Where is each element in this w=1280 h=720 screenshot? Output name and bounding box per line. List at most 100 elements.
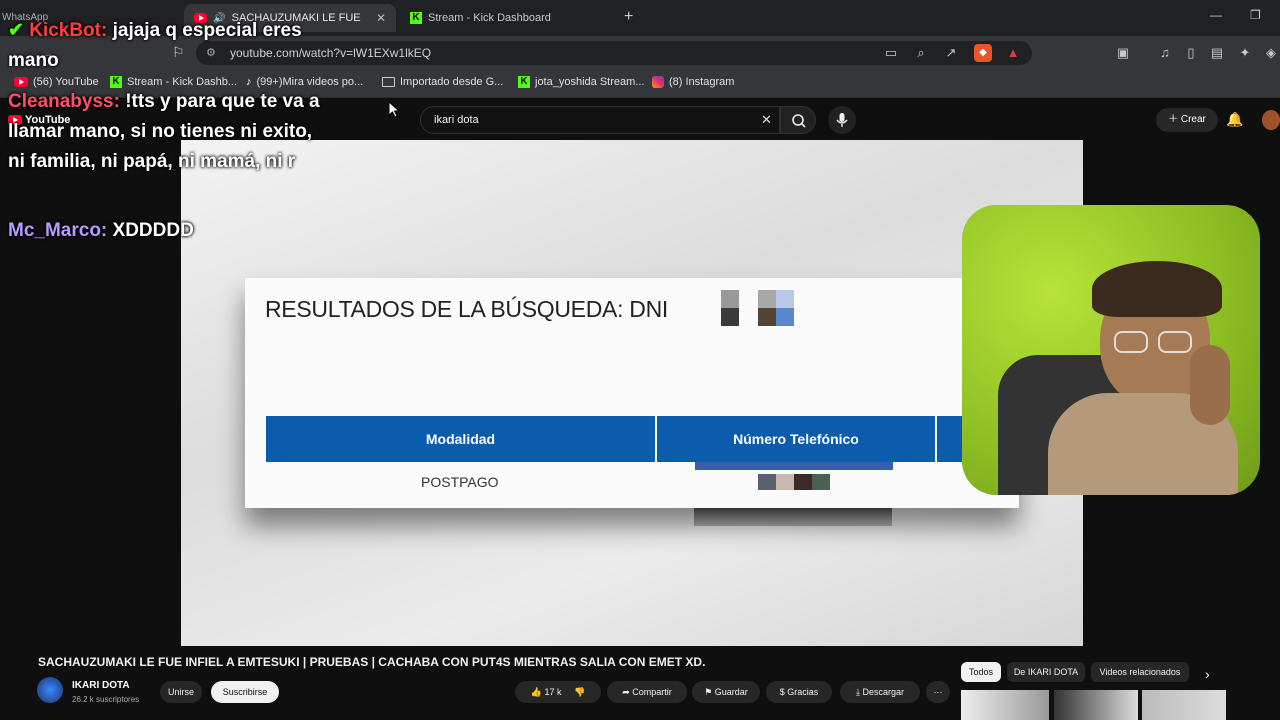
folder-icon bbox=[382, 77, 395, 87]
tab-kick-dashboard[interactable]: K Stream - Kick Dashboard bbox=[400, 4, 612, 32]
bookmark-label: Importado desde G... bbox=[400, 76, 504, 88]
reader-icon[interactable]: ▣ bbox=[1114, 44, 1132, 62]
chip-related[interactable]: Videos relacionados bbox=[1091, 662, 1189, 682]
rewards-icon[interactable]: ▲ bbox=[1004, 44, 1022, 62]
leo-icon[interactable]: ✦ bbox=[1236, 44, 1254, 62]
chevron-right-icon[interactable]: › bbox=[1205, 666, 1210, 682]
youtube-icon bbox=[14, 77, 28, 87]
create-label: Crear bbox=[1180, 114, 1206, 125]
chat-message-cleanabyss: Cleanabyss: !tts y para que te va a llam… bbox=[8, 87, 328, 177]
col-header-numero: Número Telefónico bbox=[657, 416, 935, 462]
subscribe-label: Suscribirse bbox=[222, 687, 268, 697]
vpn-icon[interactable]: ◈ bbox=[1262, 44, 1280, 62]
tab-label: Stream - Kick Dashboard bbox=[428, 12, 551, 24]
clear-search-icon[interactable]: ✕ bbox=[761, 107, 772, 133]
search-button[interactable] bbox=[780, 106, 816, 134]
related-video-thumbnail[interactable] bbox=[1142, 690, 1226, 720]
censor-block bbox=[776, 290, 794, 308]
chat-message-kickbot: ✔ KickBot: jajaja q especial eres mano bbox=[8, 16, 328, 76]
chat-username: Cleanabyss: bbox=[8, 91, 120, 112]
glasses-left bbox=[1114, 331, 1148, 353]
download-label: Descargar bbox=[862, 687, 904, 697]
search-value: ikari dota bbox=[434, 114, 479, 126]
notifications-icon[interactable]: 🔔 bbox=[1226, 111, 1243, 128]
cell-modalidad: POSTPAGO bbox=[421, 474, 499, 490]
kick-icon: K bbox=[518, 76, 530, 88]
like-icon[interactable]: 👍 bbox=[531, 687, 542, 697]
kick-icon: K bbox=[410, 12, 422, 24]
like-count[interactable]: 17 k bbox=[544, 687, 561, 697]
censor-block bbox=[758, 308, 776, 326]
share-label: Compartir bbox=[632, 687, 672, 697]
related-video-thumbnail[interactable] bbox=[961, 690, 1049, 720]
webcam-overlay bbox=[962, 205, 1260, 495]
related-video-thumbnail[interactable] bbox=[1054, 690, 1138, 720]
thanks-label: Gracias bbox=[787, 687, 819, 697]
bookmark-folder-imported[interactable]: Importado desde G... bbox=[382, 76, 503, 88]
mic-icon bbox=[836, 113, 848, 127]
like-dislike-group: 👍 17 k 👎 bbox=[515, 681, 601, 703]
censor-block bbox=[721, 290, 739, 308]
col-label: Modalidad bbox=[425, 431, 496, 447]
censor-block bbox=[794, 474, 812, 490]
bookmark-label: (8) Instagram bbox=[669, 76, 735, 88]
chip-from-channel[interactable]: De IKARI DOTA bbox=[1007, 662, 1085, 682]
chat-username: Mc_Marco: bbox=[8, 220, 108, 241]
zoom-icon[interactable]: ⌕ bbox=[912, 44, 930, 62]
bookmark-jota-yoshida[interactable]: K jota_yoshida Stream... bbox=[518, 76, 644, 88]
censor-block bbox=[776, 308, 794, 326]
hand bbox=[1190, 345, 1230, 425]
channel-avatar[interactable] bbox=[37, 677, 63, 703]
create-button[interactable]: ＋ Crear bbox=[1156, 108, 1218, 132]
chat-message-mc-marco: Mc_Marco: XDDDDD bbox=[8, 216, 328, 246]
more-actions-button[interactable]: ··· bbox=[926, 681, 950, 703]
hair bbox=[1092, 261, 1222, 317]
close-icon[interactable]: ✕ bbox=[376, 11, 386, 25]
share-icon[interactable]: ↗ bbox=[942, 44, 960, 62]
thanks-button[interactable]: $ Gracias bbox=[766, 681, 832, 703]
censor-block bbox=[812, 474, 830, 490]
chip-all[interactable]: Todos bbox=[961, 662, 1001, 682]
col-header-modalidad: Modalidad bbox=[266, 416, 655, 462]
bookmark-label: jota_yoshida Stream... bbox=[535, 76, 645, 88]
save-icon: ⚑ bbox=[704, 687, 715, 697]
more-icon: ··· bbox=[933, 687, 943, 697]
save-label: Guardar bbox=[714, 687, 748, 697]
sidebar-icon[interactable]: ▯ bbox=[1182, 44, 1200, 62]
share-button[interactable]: ➦ Compartir bbox=[607, 681, 687, 703]
chat-text: XDDDDD bbox=[112, 220, 194, 241]
censor-block bbox=[758, 290, 776, 308]
save-button[interactable]: ⚑ Guardar bbox=[692, 681, 760, 703]
cast-icon[interactable]: ▭ bbox=[882, 44, 900, 62]
bookmark-instagram[interactable]: (8) Instagram bbox=[652, 76, 734, 88]
brave-shield-icon[interactable]: ◆ bbox=[974, 44, 992, 62]
voice-search-button[interactable] bbox=[828, 106, 856, 134]
subscribe-button[interactable]: Suscribirse bbox=[211, 681, 279, 703]
search-results-document: RESULTADOS DE LA BÚSQUEDA: DNI Modalidad… bbox=[245, 278, 1019, 508]
chip-label: Videos relacionados bbox=[1099, 667, 1181, 677]
download-button[interactable]: ⤓ Descargar bbox=[840, 681, 920, 703]
col-label: Número Telefónico bbox=[733, 431, 859, 447]
search-input[interactable]: ikari dota ✕ bbox=[420, 106, 780, 134]
join-button[interactable]: Unirse bbox=[160, 681, 202, 703]
censor-block bbox=[758, 474, 776, 490]
censor-block bbox=[721, 308, 739, 326]
mouse-cursor bbox=[389, 102, 401, 118]
censor-block bbox=[776, 474, 794, 490]
new-tab-button[interactable]: + bbox=[624, 8, 633, 26]
dislike-icon[interactable]: 👎 bbox=[574, 687, 585, 697]
chat-username: KickBot: bbox=[29, 20, 108, 41]
avatar[interactable] bbox=[1262, 110, 1280, 130]
check-icon: ✔ bbox=[8, 20, 24, 41]
plus-icon: ＋ bbox=[1168, 114, 1179, 125]
minimize-icon[interactable]: — bbox=[1210, 8, 1222, 22]
maximize-icon[interactable]: ❐ bbox=[1250, 8, 1261, 22]
join-label: Unirse bbox=[167, 687, 194, 697]
search-icon bbox=[792, 114, 806, 128]
channel-name[interactable]: IKARI DOTA bbox=[72, 680, 130, 691]
media-icon[interactable]: ♫ bbox=[1156, 44, 1174, 62]
wallet-icon[interactable]: ▤ bbox=[1208, 44, 1226, 62]
subscriber-count: 26.2 k suscriptores bbox=[72, 695, 140, 704]
glasses-right bbox=[1158, 331, 1192, 353]
chip-label: De IKARI DOTA bbox=[1013, 667, 1079, 677]
